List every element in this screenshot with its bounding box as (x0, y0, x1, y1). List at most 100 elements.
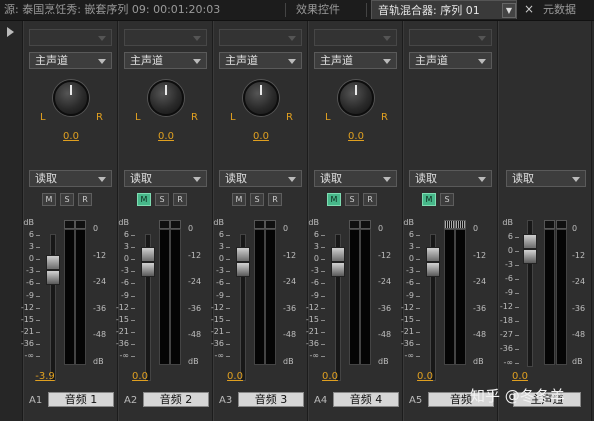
volume-value[interactable]: 0.0 (317, 371, 343, 382)
volume-scale-label: -∞ (309, 351, 319, 360)
volume-scale-label: 0 (28, 254, 34, 264)
volume-scale-label: -∞ (24, 351, 34, 360)
expand-triangle-icon[interactable] (7, 27, 14, 37)
pan-knob[interactable] (243, 80, 279, 116)
master-scale-label: -6 (505, 274, 513, 283)
track-strip-a2: 主声道 L R 0.0 读取 M S RdB 6 3 0 -3 -6 -9 -12 -15 -21 -36 -∞ 0-… (116, 21, 213, 421)
track-id-label: A1 (29, 395, 43, 406)
output-dropdown[interactable]: 主声道 (124, 52, 207, 69)
meter-scale-label: -24 (378, 277, 392, 286)
record-button[interactable]: R (363, 193, 377, 206)
pan-value[interactable]: 0.0 (338, 131, 374, 142)
volume-fader[interactable] (46, 254, 60, 285)
master-volume-value[interactable]: 0.0 (507, 371, 533, 382)
pan-knob-indicator (165, 85, 167, 95)
volume-scale-tick (416, 307, 420, 309)
solo-button[interactable]: S (60, 193, 74, 206)
mute-button[interactable]: M (42, 193, 56, 206)
automation-mode-dropdown[interactable]: 读取 (219, 170, 302, 187)
peak-indicator[interactable] (159, 220, 170, 229)
peak-indicator[interactable] (265, 220, 276, 229)
record-button[interactable]: R (173, 193, 187, 206)
meter-scale-label: -12 (572, 250, 586, 260)
tab-effect-controls[interactable]: 效果控件 (296, 0, 340, 20)
pan-value[interactable]: 0.0 (53, 131, 89, 142)
track-name-field[interactable]: 音频 1 (48, 392, 114, 407)
pan-value[interactable]: 0.0 (243, 131, 279, 142)
peak-indicator[interactable] (75, 220, 86, 229)
pan-knob-indicator (260, 85, 262, 95)
input-select-dropdown[interactable] (124, 29, 207, 46)
tab-source-monitor[interactable]: 源: 泰国烹饪秀: 嵌套序列 09: 00:01:20:03 (4, 0, 220, 20)
peak-indicator[interactable] (254, 220, 265, 229)
volume-fader[interactable] (331, 246, 345, 277)
record-button[interactable]: R (78, 193, 92, 206)
volume-scale-label: -9 (121, 290, 129, 300)
input-select-dropdown[interactable] (219, 29, 302, 46)
volume-fader[interactable] (426, 246, 440, 277)
automation-mode-dropdown[interactable]: 读取 (409, 170, 492, 187)
tab-audio-track-mixer[interactable]: 音轨混合器: 序列 01 (371, 0, 517, 19)
peak-indicator[interactable] (170, 220, 181, 229)
volume-scale-label: -36 (115, 338, 129, 348)
output-dropdown[interactable]: 主声道 (219, 52, 302, 69)
pan-knob[interactable] (338, 80, 374, 116)
peak-indicator[interactable] (349, 220, 360, 229)
volume-scale-label: -∞ (404, 351, 414, 360)
tab-metadata[interactable]: 元数据 (543, 0, 576, 20)
meter-scale-label: 0 (572, 224, 578, 233)
solo-button[interactable]: S (155, 193, 169, 206)
close-icon[interactable]: × (523, 2, 535, 16)
volume-scale-label: 0 (218, 254, 224, 264)
pan-value[interactable]: 0.0 (148, 131, 184, 142)
mute-button[interactable]: M (137, 193, 151, 206)
input-select-dropdown[interactable] (29, 29, 112, 46)
output-dropdown[interactable]: 主声道 (409, 52, 492, 69)
meter-scale-label: 0 (473, 224, 479, 233)
mute-button[interactable]: M (232, 193, 246, 206)
track-name-field[interactable]: 音频 2 (143, 392, 209, 407)
volume-scale-tick (515, 321, 519, 322)
volume-value[interactable]: -3.9 (32, 371, 58, 382)
volume-value[interactable]: 0.0 (222, 371, 248, 382)
track-name-field[interactable]: 音频 3 (238, 392, 304, 407)
output-dropdown[interactable]: 主声道 (314, 52, 397, 69)
volume-scale-tick (226, 247, 230, 249)
record-button[interactable]: R (268, 193, 282, 206)
volume-scale-tick (321, 319, 325, 321)
chevron-down-icon (383, 36, 391, 41)
volume-scale-tick (226, 259, 230, 261)
volume-value[interactable]: 0.0 (127, 371, 153, 382)
peak-indicator[interactable] (556, 220, 567, 229)
master-volume-fader[interactable] (523, 234, 537, 264)
peak-indicator[interactable] (360, 220, 371, 229)
automation-mode-dropdown[interactable]: 读取 (29, 170, 112, 187)
peak-indicator[interactable] (544, 220, 555, 229)
volume-scale-tick (321, 235, 325, 237)
peak-indicator[interactable] (455, 220, 466, 229)
meter-scale-label: -36 (188, 303, 202, 313)
volume-fader[interactable] (236, 246, 250, 277)
mute-button[interactable]: M (327, 193, 341, 206)
automation-mode-dropdown[interactable]: 读取 (124, 170, 207, 187)
input-select-dropdown[interactable] (409, 29, 492, 46)
mute-button[interactable]: M (422, 193, 436, 206)
input-select-dropdown[interactable] (314, 29, 397, 46)
solo-button[interactable]: S (345, 193, 359, 206)
solo-button[interactable]: S (440, 193, 454, 206)
track-name-field[interactable]: 音频 4 (333, 392, 399, 407)
volume-fader[interactable] (141, 246, 155, 277)
solo-button[interactable]: S (250, 193, 264, 206)
automation-mode-dropdown[interactable]: 读取 (314, 170, 397, 187)
sequence-select-dropdown[interactable]: ▼ (502, 3, 516, 18)
peak-indicator[interactable] (64, 220, 75, 229)
pan-knob[interactable] (148, 80, 184, 116)
peak-indicator[interactable] (444, 220, 455, 229)
tab-separator (285, 3, 286, 17)
level-meter-right (455, 229, 466, 365)
volume-scale-tick (226, 343, 230, 345)
master-automation-dropdown[interactable]: 读取 (506, 170, 586, 187)
output-dropdown[interactable]: 主声道 (29, 52, 112, 69)
volume-value[interactable]: 0.0 (412, 371, 438, 382)
pan-knob[interactable] (53, 80, 89, 116)
